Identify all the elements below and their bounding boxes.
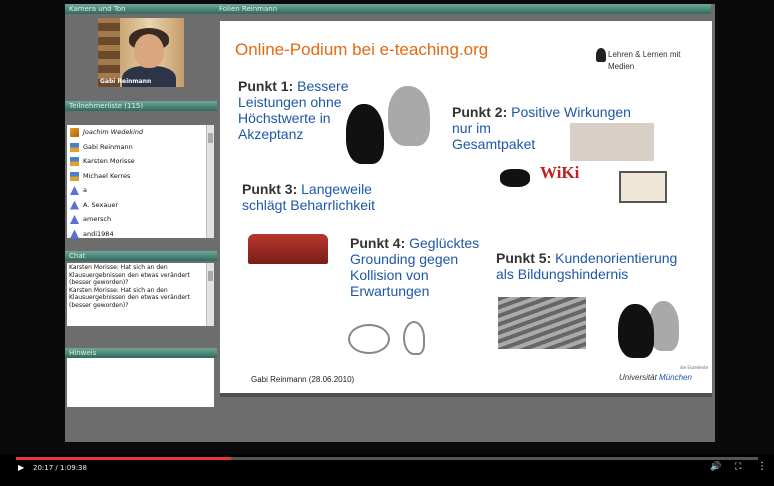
chat-message: Karsten Morisse: Hat sich an den Klausue…: [69, 264, 190, 286]
chat-scrollbar[interactable]: [206, 263, 214, 326]
presentation-slide: Online-Podium bei e-teaching.org Lehren …: [220, 21, 712, 397]
chat-message: Karsten Morisse: Hat sich an den Klausue…: [69, 286, 190, 309]
wiki-logo: WiKi: [540, 163, 580, 182]
participant-row[interactable]: Karsten Morisse: [67, 154, 214, 169]
participant-row[interactable]: Joachim Wedekind: [67, 125, 214, 140]
virtual-classroom: Kamera und Ton Gabi Reinmann Teilnehmerl…: [65, 4, 715, 442]
eye-icon: [348, 324, 390, 354]
presenter-icon: [70, 142, 79, 152]
silhouette-image: [618, 304, 654, 358]
participant-row[interactable]: amersch: [67, 212, 214, 227]
player-controls: ▶ 20:17 / 1:09:38 🔊 ⛶ ⋮: [0, 454, 774, 486]
user-icon: [70, 200, 79, 210]
participant-row[interactable]: Gabi Reinmann: [67, 140, 214, 155]
lecture-hall-photo: [498, 297, 586, 349]
silhouette-image: [388, 86, 430, 146]
hint-panel-header: Hinweis: [65, 348, 217, 358]
presenter-icon: [70, 157, 79, 166]
left-column: Kamera und Ton Gabi Reinmann Teilnehmerl…: [65, 4, 217, 442]
point-5: Punkt 5: Kundenorientierung als Bildungs…: [496, 250, 678, 282]
webcam-caption: Gabi Reinmann: [100, 78, 152, 85]
university-tagline: die Exzellente: [680, 365, 709, 370]
progress-fill: [16, 457, 232, 460]
participant-scrollbar[interactable]: [206, 125, 214, 238]
point-1: Punkt 1: Bessere Leistungen ohne Höchstwe…: [238, 78, 349, 142]
user-icon: [70, 229, 79, 239]
user-icon: [70, 186, 79, 195]
silhouette-image: [346, 104, 384, 164]
cinema-seats-image: [248, 234, 328, 264]
camera-panel-header: Kamera und Ton: [65, 4, 217, 14]
webcam-video: Gabi Reinmann: [98, 18, 184, 87]
chat-log: Karsten Morisse: Hat sich an den Klausue…: [67, 263, 214, 326]
slide-footer: Gabi Reinmann (28.06.2010): [251, 375, 355, 384]
participant-row[interactable]: A. Sexauer: [67, 198, 214, 213]
chat-panel-header: Chat: [65, 251, 217, 261]
progress-bar[interactable]: [16, 457, 758, 460]
participant-row[interactable]: a: [67, 183, 214, 198]
volume-icon[interactable]: 🔊: [710, 462, 721, 472]
point-3: Punkt 3: Langeweile schlägt Beharrlichke…: [242, 181, 376, 213]
participant-row[interactable]: andi1984: [67, 227, 214, 242]
point-4: Punkt 4: Geglücktes Grounding gegen Kolli…: [350, 235, 480, 299]
book-icon: [619, 171, 667, 203]
more-options-icon[interactable]: ⋮: [757, 461, 767, 472]
fullscreen-icon[interactable]: ⛶: [735, 462, 741, 472]
university-logo: Universität München: [619, 373, 692, 382]
classroom-photo: [570, 123, 654, 161]
hint-panel: [67, 358, 214, 407]
participants-panel-header: Teilnehmerliste (115): [65, 101, 217, 111]
time-display: 20:17 / 1:09:38: [33, 464, 87, 472]
play-icon[interactable]: ▶: [18, 463, 24, 472]
video-frame: Kamera und Ton Gabi Reinmann Teilnehmerl…: [0, 0, 774, 486]
participant-list: Joachim Wedekind Gabi Reinmann Karsten M…: [67, 125, 214, 239]
moderator-icon: [70, 128, 79, 137]
user-icon: [70, 215, 79, 224]
slide-title: Online-Podium bei e-teaching.org: [235, 40, 489, 59]
participant-row[interactable]: Michael Kerres: [67, 169, 214, 184]
ear-icon: [403, 321, 425, 355]
bulb-icon: [596, 48, 606, 62]
mouse-icon: [500, 169, 530, 187]
slide-panel-header: Folien Reinmann: [215, 4, 711, 14]
presenter-icon: [70, 171, 79, 181]
lehren-lernen-logo: Lehren & Lernen mit Medien: [596, 48, 681, 71]
